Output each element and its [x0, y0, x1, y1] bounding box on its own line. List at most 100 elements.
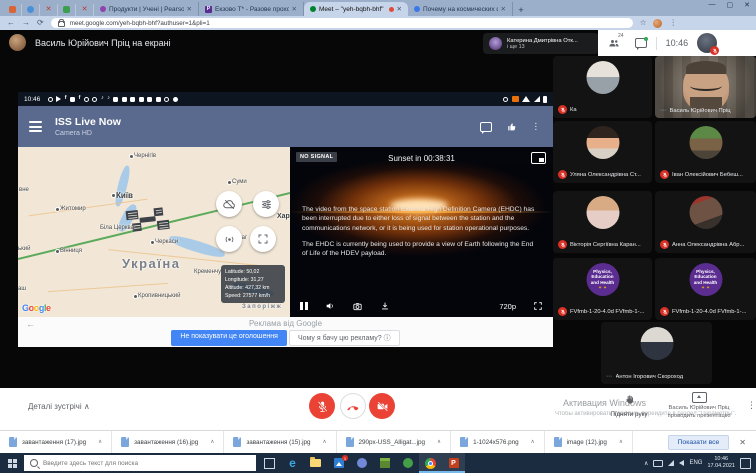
battery-tray-icon[interactable]: [653, 459, 664, 467]
self-view-avatar[interactable]: [697, 33, 720, 55]
download-chip[interactable]: image (12).jpg ∧: [545, 431, 633, 453]
participant-tile[interactable]: Уляна Олександрівна Ст...: [553, 121, 652, 183]
ad-why-button[interactable]: Чому я бачу цю рекламу? ⓘ: [288, 330, 400, 346]
participant-tile[interactable]: Physics, Education and Health ✦ ✦ FVfmb-1-20…: [655, 258, 756, 320]
favicon-green-app[interactable]: [58, 3, 76, 16]
download-chip-caret-icon[interactable]: ∧: [531, 439, 535, 445]
tab-close-icon[interactable]: ✕: [397, 5, 402, 13]
volume-tray-icon[interactable]: [679, 460, 685, 466]
taskbar-search[interactable]: [24, 455, 256, 471]
browser-tab[interactable]: Почему на космических фотог...✕: [408, 2, 513, 16]
meeting-details-button[interactable]: Деталі зустрічі ∧: [28, 402, 90, 411]
back-button[interactable]: ←: [7, 19, 15, 27]
tile-menu-icon[interactable]: ⋯: [660, 107, 667, 114]
browser-tab[interactable]: Meet – "yeh-bqbh-bhf" ✕: [304, 2, 408, 16]
show-all-downloads-button[interactable]: Показати все: [667, 434, 730, 450]
tab-close-icon[interactable]: ✕: [292, 5, 297, 13]
address-bar[interactable]: meet.google.com/yeh-bqbh-bhf?authuser=1&…: [50, 18, 633, 28]
task-view-icon[interactable]: [258, 453, 281, 473]
profile-avatar[interactable]: [653, 18, 663, 28]
language-indicator[interactable]: ENG: [689, 460, 702, 466]
mic-off-button[interactable]: [309, 393, 335, 419]
minimize-button[interactable]: —: [709, 1, 716, 9]
volume-icon[interactable]: [325, 301, 335, 311]
thumbs-up-icon[interactable]: [507, 122, 517, 132]
new-tab-button[interactable]: +: [513, 3, 529, 16]
action-center-icon[interactable]: [740, 457, 751, 469]
search-input[interactable]: [43, 459, 250, 467]
download-chip-caret-icon[interactable]: ∧: [98, 439, 102, 445]
video-fullscreen-icon[interactable]: [533, 301, 543, 311]
viewers-pill[interactable]: Катерина Дмитрівна Отк... і ще 13: [483, 33, 599, 54]
bookmark-star-icon[interactable]: ☆: [640, 19, 647, 27]
participant-tile[interactable]: Physics, Education and Health ✦ ✦ FVfmb-1-20…: [553, 258, 652, 320]
meet-page: 10:46 f f ♪ ♪ ISS Live Now Camera HD ⋮ Ч…: [0, 30, 756, 430]
participant-muted-icon: [558, 240, 567, 249]
download-chip-caret-icon[interactable]: ∧: [322, 439, 326, 445]
pause-button[interactable]: [300, 302, 308, 310]
download-chip-caret-icon[interactable]: ∧: [437, 439, 441, 445]
hamburger-menu-icon[interactable]: [29, 121, 42, 132]
download-chip-caret-icon[interactable]: ∧: [619, 439, 623, 445]
participant-tile[interactable]: ⋯ Антон Ігорович Скороход: [601, 322, 712, 384]
follow-iss-button[interactable]: [216, 226, 242, 252]
taskbar-clock[interactable]: 10:46 17.04.2021: [707, 456, 735, 470]
more-options-button[interactable]: ⋮: [747, 400, 756, 411]
download-chip[interactable]: 290px-USS_Alligat...jpg ∧: [337, 431, 452, 453]
maximize-button[interactable]: ▢: [727, 1, 734, 9]
file-explorer-icon[interactable]: [304, 453, 327, 473]
participant-tile[interactable]: Анна Олександрівна Абр...: [655, 191, 756, 253]
forward-button[interactable]: →: [22, 19, 30, 27]
raise-hand-button[interactable]: Підняти руку: [604, 392, 654, 418]
picture-in-picture-icon[interactable]: [531, 152, 546, 164]
minecraft-icon[interactable]: [373, 453, 396, 473]
close-downloads-bar-icon[interactable]: ✕: [739, 438, 746, 447]
favicon-orange-app[interactable]: [4, 3, 22, 16]
hang-up-button[interactable]: [340, 393, 366, 419]
download-chip[interactable]: завантаження (17).jpg ∧: [0, 431, 113, 453]
photos-icon[interactable]: 1: [327, 453, 350, 473]
hide-clouds-button[interactable]: [216, 191, 242, 217]
city-dot: [227, 180, 232, 185]
download-chip[interactable]: 1-1024x576.png ∧: [451, 431, 545, 453]
screenshot-camera-icon[interactable]: [352, 301, 363, 312]
iss-map[interactable]: Чернігів Суми Київ Житомир Біла Церква Черкас…: [18, 147, 290, 317]
browser-tab[interactable]: Продукти | Учені | Pearson En...✕: [94, 2, 199, 16]
map-settings-button[interactable]: [253, 191, 279, 217]
camera-off-button[interactable]: [369, 393, 395, 419]
close-button[interactable]: ✕: [744, 1, 750, 9]
map-fullscreen-button[interactable]: [250, 226, 276, 252]
feedback-chat-icon[interactable]: [479, 121, 492, 134]
iss-video-feed[interactable]: NO SIGNAL Sunset in 00:38:31 The video f…: [290, 147, 553, 317]
quality-selector[interactable]: 720p: [499, 302, 516, 311]
tab-close-icon[interactable]: ✕: [501, 5, 506, 13]
edge-icon[interactable]: e: [281, 453, 304, 473]
network-tray-icon[interactable]: [668, 460, 675, 466]
tile-menu-icon[interactable]: ⋯: [606, 373, 613, 380]
download-icon[interactable]: [380, 301, 390, 311]
favicon-red-x[interactable]: ✕: [76, 3, 94, 16]
browser-tab[interactable]: PЕкзово Т* - Разове проходж...✕: [199, 2, 304, 16]
download-chip-caret-icon[interactable]: ∧: [210, 439, 214, 445]
ad-dismiss-button[interactable]: Не показувати це оголошення: [171, 330, 287, 346]
participants-button[interactable]: 24: [608, 33, 626, 49]
browser-menu-icon[interactable]: ⋮: [669, 19, 677, 27]
favicon-telegram[interactable]: [22, 3, 40, 16]
start-button[interactable]: [0, 453, 24, 473]
participant-video-tile[interactable]: ⋯ Василь Юрійович Пріц: [655, 56, 756, 118]
participant-tile[interactable]: Іван Олексійович Бебеш...: [655, 121, 756, 183]
green-app-icon[interactable]: [396, 453, 419, 473]
tab-close-icon[interactable]: ✕: [187, 5, 192, 13]
tray-chevron-icon[interactable]: ∧: [644, 460, 648, 467]
discord-icon[interactable]: [350, 453, 373, 473]
favicon-red-x[interactable]: ✕: [40, 3, 58, 16]
participant-tile[interactable]: Ка: [553, 56, 652, 118]
chat-button[interactable]: [634, 36, 649, 50]
participant-tile[interactable]: Вікторія Сергіївна Каран...: [553, 191, 652, 253]
powerpoint-icon[interactable]: P: [442, 453, 465, 473]
download-chip[interactable]: завантаження (15).jpg ∧: [224, 431, 337, 453]
chrome-icon[interactable]: [419, 453, 442, 473]
app-overflow-menu-icon[interactable]: ⋮: [532, 122, 541, 131]
reload-button[interactable]: ⟳: [37, 19, 44, 27]
download-chip[interactable]: завантаження (16).jpg ∧: [112, 431, 225, 453]
